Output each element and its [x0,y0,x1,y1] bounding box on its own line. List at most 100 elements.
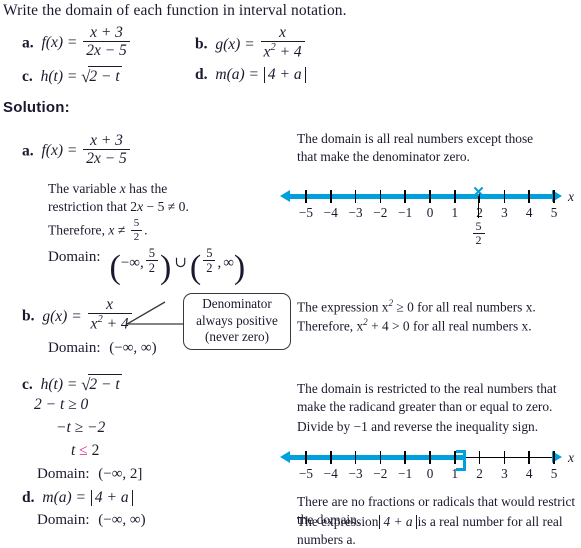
problem-d-label: d. [195,66,208,83]
tick-label: −5 [298,466,314,481]
solution-heading-text: Solution: [3,99,70,116]
tick-label: −3 [348,205,363,220]
pos-infinity-1: ∞ [223,255,234,271]
tick-mark [379,190,382,203]
solution-a-numerator: x + 3 [90,132,123,149]
callout-line-1: Denominator [202,296,272,311]
note2-pre: Therefore, x [297,318,364,334]
problem-a-label: a. [22,34,34,52]
tick-mark [503,451,506,464]
exclude-value-num: 5 [475,219,482,233]
solution-d-domain: Domain: (−∞, ∞) [37,511,146,531]
solution-b-domain: Domain: (−∞, ∞) [48,339,157,359]
solution-a-note-line1: The domain is all real numbers except th… [297,131,534,146]
solution-a-domain: Domain: (−∞, 5 2) ∪(5 2, ∞) [48,246,245,287]
frac-den-1: 2 [145,260,158,275]
solution-c-step3-val: 2 [91,442,100,459]
tick-label: 3 [501,466,508,481]
note2-exp: 2 [363,317,368,328]
frac-num-2: 5 [206,246,213,260]
tick-label: 0 [426,205,434,220]
tick-mark [404,190,406,203]
solution-a-interval-frac-1: 52 [145,246,158,275]
problem-c-label: c. [22,68,33,85]
note1-exp: 2 [388,298,394,308]
problem-d-function: m(a) = [215,66,259,83]
solution-c-equation: c. h(t) = √2 − t [22,374,122,395]
solution-d-function: m(a) = [42,489,86,506]
tick-label: −2 [373,466,388,481]
solution-b-domain-label: Domain: [48,340,101,356]
problem-b-label: b. [195,35,208,53]
closed-bracket-icon [456,450,466,471]
problem-a: a. f(x) = x + 3 2x − 5 [22,24,132,60]
solution-c-note-divide: Divide by −1 and reverse the inequality … [297,419,539,434]
problem-b-denominator: x2 + 4 [260,41,305,61]
problem-d-absolute-value: 4 + a [263,66,306,84]
tick-mark [354,190,357,203]
comma-2: , [217,255,222,271]
solution-b-domain-value: (−∞, ∞) [109,340,157,356]
solution-c-note: The domain is restricted to the real num… [297,380,581,415]
note1-post: ≥ 0 for all real numbers x. [396,299,536,315]
solution-a-denominator: 2x − 5 [83,149,130,167]
arrow-left-icon [280,190,290,202]
solution-a-value-num: 5 [133,217,140,230]
inequality-symbol-highlight: ≤ [79,442,88,459]
problem-d: d. m(a) = 4 + a [195,66,307,84]
tick-mark [478,451,481,464]
solution-a-interval: (−∞, 5 2) ∪(5 2, ∞) [110,246,246,287]
problem-a-denominator: 2x − 5 [83,41,130,59]
tick-label: −2 [373,205,388,220]
tick-label: −1 [398,466,413,481]
frac-num-1: 5 [148,246,155,260]
problem-c-radicand: 2 − t [88,66,122,85]
union-symbol: ∪ [174,255,187,271]
paren-open-1: ( [109,249,121,286]
tick-mark [553,190,555,203]
problem-c: c. h(t) = √2 − t [22,66,122,87]
problem-a-function: f(x) = [41,34,78,52]
number-line-c-axis-label: x [568,450,574,465]
problem-a-fraction: x + 3 2x − 5 [83,24,130,60]
solution-d-equation: d. m(a) = 4 + a [22,489,134,507]
solution-c-label: c. [22,376,33,393]
number-line-c-highlight [288,455,463,460]
tick-mark [305,451,307,464]
solution-a-label: a. [22,142,34,160]
solution-a-value-den: 2 [130,229,143,243]
tick-label: 4 [525,466,533,481]
tick-label: −4 [323,466,338,481]
solution-c-function: h(t) = [40,376,78,393]
solution-a-explanation-line1: The variable x has the [48,181,168,196]
prompt-text: Write the domain of each function in int… [3,2,347,19]
tick-mark [354,451,357,464]
tick-label: 3 [501,205,508,220]
solution-d-note2-pre: The expression [297,514,379,529]
tick-mark [429,451,431,464]
solution-a-interval-frac-2: 52 [203,246,216,275]
solution-heading: Solution: [3,99,70,116]
solution-a-domain-label: Domain: [48,249,101,266]
tick-label: −1 [398,205,413,220]
solution-c-domain-value: (−∞, 2] [98,466,143,482]
arrow-left-icon-2 [280,451,290,463]
solution-a-value-fraction: 5 2 [130,217,143,243]
tick-mark [379,451,382,464]
solution-a-fraction: x + 3 2x − 5 [83,132,130,168]
solution-c-domain: Domain: (−∞, 2] [37,465,142,485]
tick-label: −5 [298,205,314,220]
tick-label: 2 [476,466,483,481]
callout-line-2: always positive [196,312,278,328]
solution-d-domain-value: (−∞, ∞) [98,512,146,528]
paren-close-1: ) [159,249,172,286]
neg-infinity-1: −∞ [120,255,140,271]
note1-pre: The expression x [297,299,389,315]
problem-b-function: g(x) = [215,35,255,53]
problem-c-radical: √2 − t [81,66,122,87]
tick-label: 5 [550,466,558,481]
solution-c-note-line1: The domain is restricted to the real num… [297,381,557,396]
solution-c-radical: √2 − t [81,374,122,395]
number-line-a-pointer-stem [478,196,480,218]
solution-a-function: f(x) = [41,142,78,160]
